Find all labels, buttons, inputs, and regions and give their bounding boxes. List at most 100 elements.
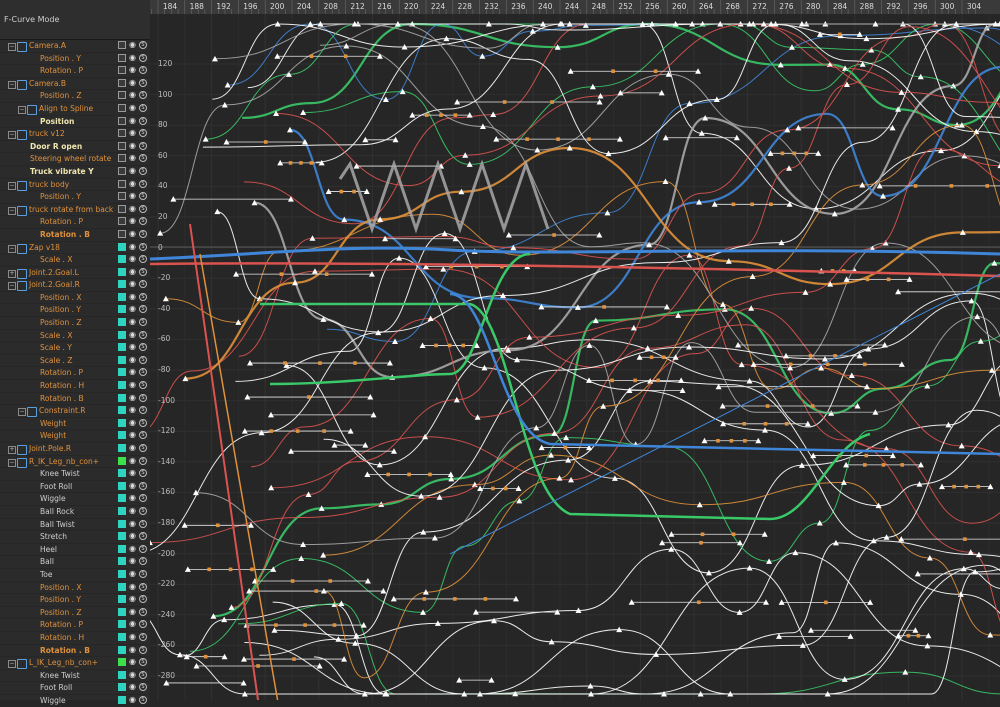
eye-icon[interactable]: ◉ [128,230,137,238]
solo-icon[interactable]: S [139,41,147,49]
solo-icon[interactable]: S [139,457,147,465]
eye-icon[interactable]: ◉ [128,583,137,591]
track-color-swatch[interactable] [118,406,126,414]
eye-icon[interactable]: ◉ [128,154,137,162]
track-row[interactable]: Weight◉S [0,418,150,431]
track-color-swatch[interactable] [118,419,126,427]
track-row[interactable]: Weight◉S [0,430,150,443]
track-color-swatch[interactable] [118,457,126,465]
track-color-swatch[interactable] [118,646,126,654]
solo-icon[interactable]: S [139,305,147,313]
solo-icon[interactable]: S [139,343,147,351]
eye-icon[interactable]: ◉ [128,167,137,175]
track-row[interactable]: −Camera.A◉S [0,40,150,53]
eye-icon[interactable]: ◉ [128,117,137,125]
eye-icon[interactable]: ◉ [128,595,137,603]
track-row[interactable]: Position . Y◉S [0,191,150,204]
track-color-swatch[interactable] [118,66,126,74]
solo-icon[interactable]: S [139,469,147,477]
solo-icon[interactable]: S [139,419,147,427]
track-row[interactable]: −Zap v18◉S [0,242,150,255]
track-color-swatch[interactable] [118,192,126,200]
solo-icon[interactable]: S [139,167,147,175]
solo-icon[interactable]: S [139,318,147,326]
eye-icon[interactable]: ◉ [128,394,137,402]
track-color-swatch[interactable] [118,255,126,263]
track-row[interactable]: Rotation . P◉S [0,216,150,229]
eye-icon[interactable]: ◉ [128,66,137,74]
track-color-swatch[interactable] [118,368,126,376]
solo-icon[interactable]: S [139,117,147,125]
solo-icon[interactable]: S [139,255,147,263]
track-color-swatch[interactable] [118,41,126,49]
eye-icon[interactable]: ◉ [128,104,137,112]
track-color-swatch[interactable] [118,620,126,628]
eye-icon[interactable]: ◉ [128,608,137,616]
track-color-swatch[interactable] [118,557,126,565]
eye-icon[interactable]: ◉ [128,469,137,477]
track-row[interactable]: Scale . Y◉S [0,342,150,355]
solo-icon[interactable]: S [139,104,147,112]
track-row[interactable]: Rotation . H◉S [0,380,150,393]
eye-icon[interactable]: ◉ [128,305,137,313]
eye-icon[interactable]: ◉ [128,54,137,62]
expand-icon[interactable]: + [8,446,16,454]
track-row[interactable]: Position◉S [0,116,150,129]
track-row[interactable]: −Camera.B◉S [0,78,150,91]
eye-icon[interactable]: ◉ [128,457,137,465]
track-row[interactable]: Rotation . P◉S [0,367,150,380]
eye-icon[interactable]: ◉ [128,356,137,364]
track-row[interactable]: Scale . X◉S [0,330,150,343]
track-color-swatch[interactable] [118,129,126,137]
track-row[interactable]: Position . Y◉S [0,304,150,317]
track-row[interactable]: −truck body◉S [0,179,150,192]
track-color-swatch[interactable] [118,318,126,326]
eye-icon[interactable]: ◉ [128,41,137,49]
solo-icon[interactable]: S [139,570,147,578]
expand-icon[interactable]: + [8,270,16,278]
eye-icon[interactable]: ◉ [128,658,137,666]
track-color-swatch[interactable] [118,142,126,150]
track-row[interactable]: Rotation . B◉S [0,229,150,242]
solo-icon[interactable]: S [139,683,147,691]
solo-icon[interactable]: S [139,583,147,591]
track-row[interactable]: Position . Y◉S [0,53,150,66]
eye-icon[interactable]: ◉ [128,520,137,528]
track-color-swatch[interactable] [118,104,126,112]
track-color-swatch[interactable] [118,343,126,351]
eye-icon[interactable]: ◉ [128,343,137,351]
track-color-swatch[interactable] [118,79,126,87]
eye-icon[interactable]: ◉ [128,419,137,427]
track-color-swatch[interactable] [118,520,126,528]
track-row[interactable]: −Align to Spline◉S [0,103,150,116]
solo-icon[interactable]: S [139,494,147,502]
track-color-swatch[interactable] [118,180,126,188]
eye-icon[interactable]: ◉ [128,129,137,137]
track-color-swatch[interactable] [118,683,126,691]
track-color-swatch[interactable] [118,280,126,288]
solo-icon[interactable]: S [139,368,147,376]
track-row[interactable]: Position . Y◉S [0,594,150,607]
track-color-swatch[interactable] [118,305,126,313]
track-row[interactable]: Position . Z◉S [0,317,150,330]
collapse-icon[interactable]: − [8,660,16,668]
solo-icon[interactable]: S [139,507,147,515]
collapse-icon[interactable]: − [8,459,16,467]
eye-icon[interactable]: ◉ [128,280,137,288]
track-color-swatch[interactable] [118,243,126,251]
eye-icon[interactable]: ◉ [128,633,137,641]
track-color-swatch[interactable] [118,293,126,301]
collapse-icon[interactable]: − [8,282,16,290]
track-color-swatch[interactable] [118,356,126,364]
track-row[interactable]: Knee Twist◉S [0,468,150,481]
solo-icon[interactable]: S [139,243,147,251]
solo-icon[interactable]: S [139,444,147,452]
track-color-swatch[interactable] [118,595,126,603]
solo-icon[interactable]: S [139,406,147,414]
track-row[interactable]: −R_IK_Leg_nb_con+◉S [0,456,150,469]
solo-icon[interactable]: S [139,280,147,288]
solo-icon[interactable]: S [139,532,147,540]
solo-icon[interactable]: S [139,142,147,150]
track-row[interactable]: Rotation . P◉S [0,619,150,632]
track-color-swatch[interactable] [118,658,126,666]
